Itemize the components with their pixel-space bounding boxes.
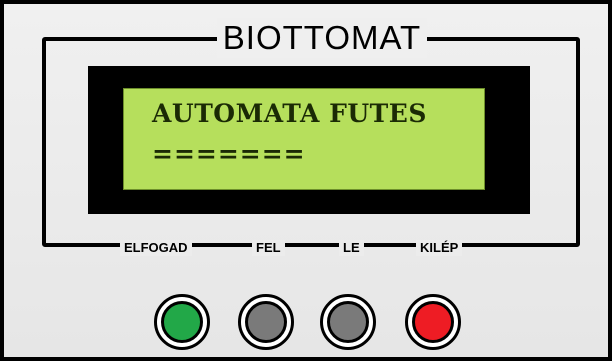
elfogad-button[interactable] <box>154 294 210 350</box>
lcd-display: AUTOMATA FUTES ======= <box>123 88 485 190</box>
controller-panel: BIOTTOMAT AUTOMATA FUTES ======= ELFOGAD… <box>0 0 612 361</box>
label-elfogad: ELFOGAD <box>120 240 192 256</box>
lcd-line-2: ======= <box>152 139 306 168</box>
label-fel: FEL <box>252 240 285 256</box>
red-button-icon <box>412 301 454 343</box>
le-button[interactable] <box>320 294 376 350</box>
green-button-icon <box>161 301 203 343</box>
gray-button-icon <box>327 301 369 343</box>
lcd-line-1: AUTOMATA FUTES <box>152 99 427 128</box>
kilep-button[interactable] <box>405 294 461 350</box>
brand-title: BIOTTOMAT <box>217 18 427 58</box>
label-kilep: KILÉP <box>416 240 463 256</box>
fel-button[interactable] <box>238 294 294 350</box>
label-le: LE <box>339 240 364 256</box>
gray-button-icon <box>245 301 287 343</box>
